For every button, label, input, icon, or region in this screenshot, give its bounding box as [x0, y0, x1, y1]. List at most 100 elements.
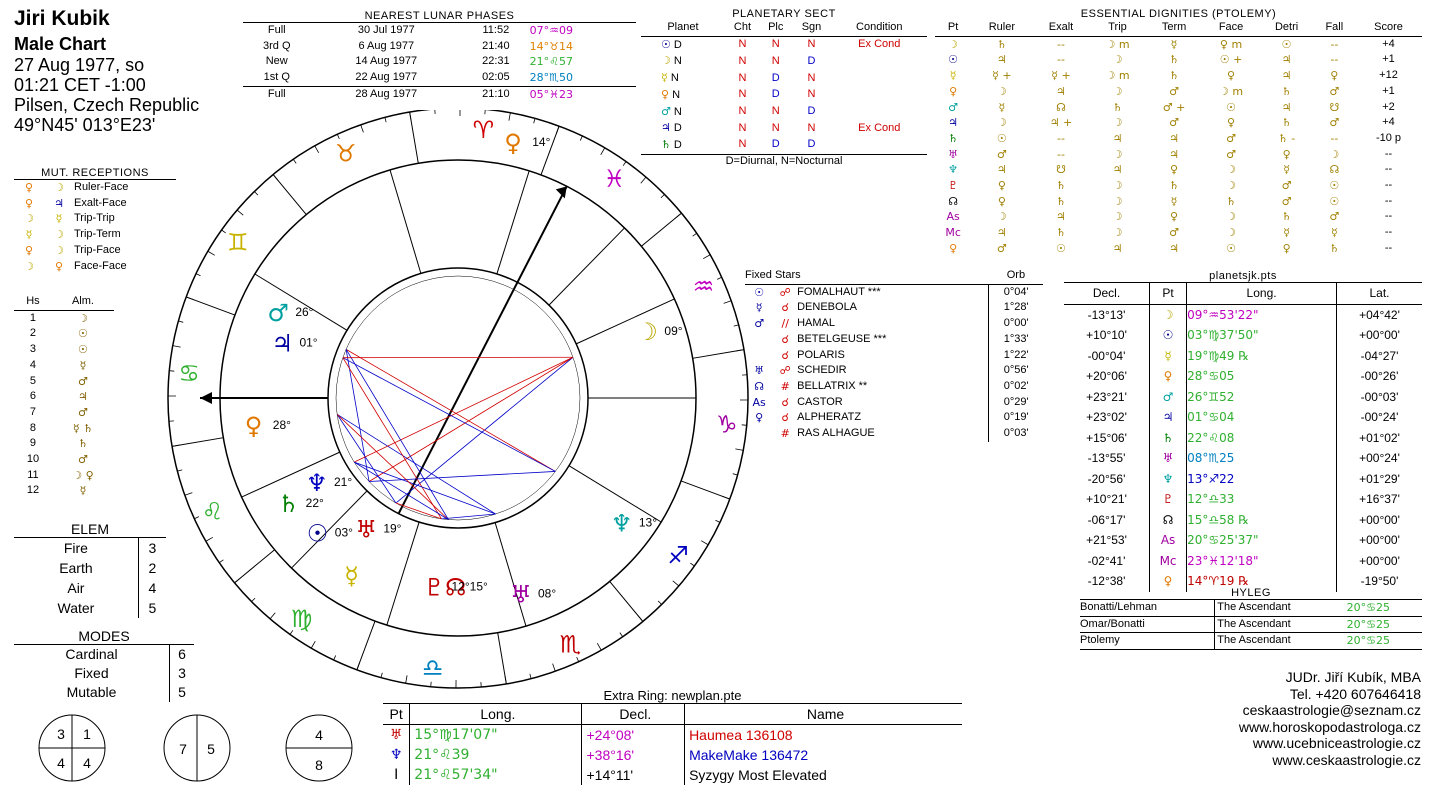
quadrant-circles: 3 1 4 4 7 5 4 8 [38, 714, 353, 782]
dignity-trip: ♃ [1112, 131, 1123, 145]
pt-longitude: 13°♐22 [1186, 468, 1337, 489]
phase-time: 22:31 [482, 55, 510, 68]
degree-tick [356, 662, 361, 670]
mut-reception-row: ♀ ☽ Trip-Face [14, 243, 128, 259]
contact-line: ceskaastrologie@seznam.cz [1242, 702, 1421, 718]
degree-tick [178, 320, 184, 323]
fixed-star-row: As ☌ CASTOR 0°29' [745, 394, 1043, 411]
pt-glyph: Mc [1148, 550, 1187, 571]
degree-tick [221, 229, 226, 234]
fixed-stars-table: Fixed Stars Orb ☉ ☍ FOMALHAUT *** 0°04' ☿ ☌ DENE… [745, 268, 1043, 442]
planet-icon: ☽ [661, 54, 671, 68]
dignity-face: ♄ [1226, 194, 1236, 208]
dignity-col-header: Pt [947, 21, 959, 33]
dignity-score: -- [1384, 179, 1393, 192]
sect-row: ♀ NNDN [641, 87, 927, 104]
dignity-point: ♂ [948, 100, 959, 114]
degree-tick [219, 559, 224, 564]
degree-tick [552, 663, 556, 672]
phase-date: 22 Aug 1977 [355, 71, 418, 84]
phase-time: 11:52 [482, 24, 510, 36]
aquarius-sign-icon: ♒ [693, 273, 715, 301]
dignity-row: ☉ ♃ -- ☽ ♄ ☉ + ♃ -- +1 [935, 52, 1422, 68]
pt-declination: +23°21' [1086, 389, 1127, 404]
elements-label: Earth [59, 560, 93, 576]
contact-line: Tel. +420 607646418 [1289, 685, 1421, 702]
dignity-col-header: Face [1218, 21, 1244, 33]
hyleg-row: Ptolemy The Ascendant 20°♋25 [1080, 632, 1422, 650]
almuten-row: 7 ♂ [14, 405, 114, 421]
star-aspect: # [780, 427, 790, 441]
degree-tick [195, 273, 201, 277]
mars-degree-label: 26° [295, 305, 313, 319]
degree-tick [619, 632, 624, 637]
planet-sect: N [670, 55, 682, 68]
dignity-trip: ♄ [1112, 100, 1123, 114]
dignity-score: +2 [1382, 100, 1395, 113]
star-orb: 0°56' [988, 363, 1043, 379]
q1-tr: 1 [83, 726, 91, 742]
phase-time: 02:05 [482, 71, 510, 84]
pts-row: +10°21' ♇ 12°♎33 +16°37' [1064, 489, 1422, 510]
fixed-star-row: ♂//HAMAL 0°00' [745, 316, 1043, 332]
star-name: SCHEDIR [797, 364, 847, 377]
pt-longitude: 03°♍37'50" [1186, 325, 1337, 346]
chart-type: Male Chart [14, 34, 107, 54]
degree-tick [735, 448, 744, 451]
dignity-exalt: ♃ [1056, 84, 1066, 98]
phase-date: 30 Jul 1977 [357, 24, 415, 36]
dignity-exalt: ☉ [1056, 241, 1066, 255]
neptune-planet-icon: ♆ [611, 510, 633, 538]
sect-sgn: D [807, 105, 816, 118]
extra-col-header: Decl. [581, 703, 685, 725]
degree-tick [675, 212, 682, 219]
almuten-planet: ☉ [78, 327, 88, 341]
dignity-point: ♀ [949, 84, 958, 98]
lunar-phases-panel: NEAREST LUNAR PHASES Full 30 Jul 1977 11:5… [243, 10, 636, 103]
dignity-detri: ♃ [1281, 100, 1292, 114]
dignity-score: -- [1384, 194, 1393, 207]
sect-plc: N [771, 54, 780, 67]
pt-glyph: ♆ [1148, 468, 1187, 489]
dignity-detri: ☿ [1283, 226, 1290, 240]
dignity-exalt: ♄ [1056, 226, 1066, 240]
modes-label: Mutable [66, 684, 117, 700]
saturn-planet-icon: ♄ [278, 490, 300, 518]
star-name: POLARIS [797, 348, 845, 361]
reception-planet-b: ♀ [54, 259, 64, 273]
birth-date: 27 Aug 1977, so [14, 55, 145, 75]
extra-ring-title: Extra Ring: newplan.pte [603, 688, 742, 703]
sect-plc: N [771, 105, 780, 118]
sagittarius-sign-icon: ♐ [667, 541, 689, 569]
dignity-detri: ♄ - [1277, 131, 1296, 145]
sun-degree-label: 03° [335, 525, 353, 539]
sect-col-header: Plc [768, 21, 784, 33]
pts-col-header: Decl. [1092, 286, 1121, 300]
house-number: 7 [29, 405, 37, 418]
phase-date: 6 Aug 1977 [358, 39, 415, 52]
makemake-degree-label: 21° [334, 475, 352, 489]
pts-row: -13°55' ♅ 08°♏25 +00°24' [1064, 448, 1422, 469]
dignities-table: Pt Ruler Exalt Trip Term Face Detri Fall Score ☽ ♄… [935, 20, 1422, 257]
dignity-exalt: ♃ + [1049, 116, 1073, 130]
modes-label: Cardinal [65, 646, 118, 662]
scorpio-sign-icon: ♏ [560, 630, 582, 658]
extra-longitude: 15°♍17'07" [409, 724, 582, 745]
fixed-star-row: ☌ BETELGEUSE *** 1°33' [745, 331, 1043, 348]
phase-name: New [265, 55, 288, 68]
dignity-detri: ☉ [1281, 37, 1292, 51]
mut-receptions-title: MUT. RECEPTIONS [14, 167, 176, 180]
dignity-face: ☉ + [1219, 53, 1243, 67]
degree-tick [205, 536, 214, 542]
dignity-exalt: -- [1057, 131, 1065, 145]
phase-position: 14°♉14 [529, 39, 573, 53]
dignity-fall: -- [1330, 37, 1339, 51]
pt-longitude: 28°♋05 [1186, 366, 1337, 387]
hyleg-value: The Ascendant [1214, 600, 1347, 617]
venus-degree-label: 28° [273, 418, 291, 432]
dignity-trip: ♃ [1112, 241, 1123, 255]
mars-planet-icon: ♂ [267, 299, 289, 327]
pt-glyph: ♀ [1148, 366, 1187, 387]
sect-planet: ☽ N [641, 53, 725, 70]
dignity-score: -- [1384, 163, 1393, 176]
